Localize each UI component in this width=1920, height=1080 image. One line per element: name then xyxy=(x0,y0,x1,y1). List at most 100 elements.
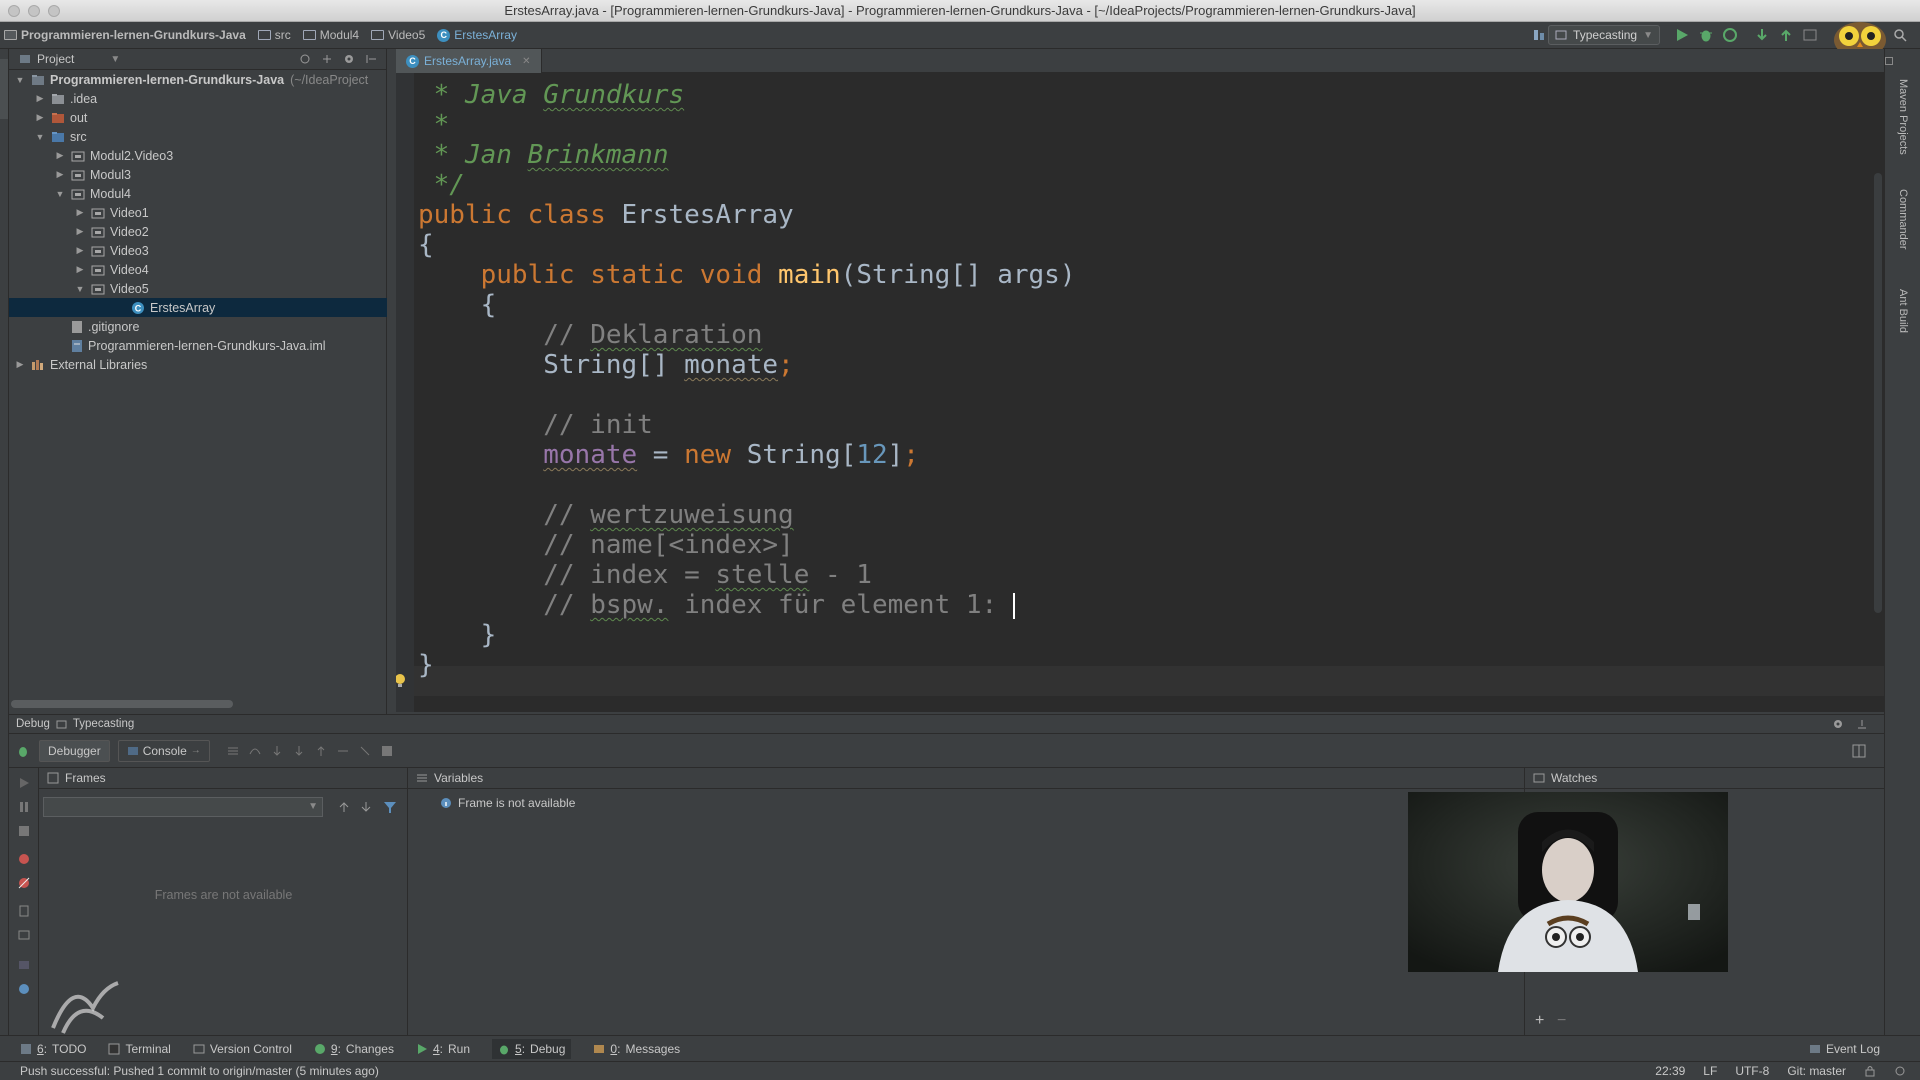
tool-window-changes[interactable]: 9: Changes xyxy=(314,1042,394,1056)
vcs-commit-icon[interactable] xyxy=(1778,27,1794,43)
gear-icon[interactable] xyxy=(1832,718,1844,730)
hector-inspector-icon[interactable] xyxy=(1894,1065,1906,1077)
run-configuration-select[interactable]: Typecasting ▼ xyxy=(1548,25,1660,45)
code-line[interactable]: // name[<index>] xyxy=(418,530,1075,560)
project-tree-item[interactable]: ▶ Video3 xyxy=(9,241,387,260)
collapse-all-icon[interactable] xyxy=(321,53,333,65)
expand-arrow-open-icon[interactable]: ▼ xyxy=(35,132,45,142)
project-tree-item[interactable]: ▼ Programmieren-lernen-Grundkurs-Java (~/I… xyxy=(9,70,387,89)
step-over-icon[interactable] xyxy=(248,744,262,758)
tab-debugger[interactable]: Debugger xyxy=(39,739,110,762)
lock-icon[interactable] xyxy=(1864,1065,1876,1077)
expand-arrow-closed-icon[interactable]: ▶ xyxy=(55,169,65,180)
horizontal-scrollbar[interactable] xyxy=(11,700,233,708)
close-tab-icon[interactable]: ✕ xyxy=(522,56,530,67)
line-separator[interactable]: LF xyxy=(1703,1064,1717,1078)
status-message[interactable]: Push successful: Pushed 1 commit to orig… xyxy=(20,1064,379,1078)
project-tree-item[interactable]: ▼ Modul4 xyxy=(9,184,387,203)
code-line[interactable]: } xyxy=(418,620,1075,650)
expand-arrow-open-icon[interactable]: ▼ xyxy=(55,189,65,199)
view-breakpoints-icon[interactable] xyxy=(17,852,31,866)
thread-select[interactable]: ▼ xyxy=(43,797,323,817)
code-line[interactable]: { xyxy=(418,290,1075,320)
drop-frame-icon[interactable] xyxy=(336,744,350,758)
arrow-up-icon[interactable] xyxy=(337,800,351,814)
project-tree-item[interactable]: ▶ out xyxy=(9,108,387,127)
debug-config-label[interactable]: Typecasting xyxy=(73,718,134,730)
pause-icon[interactable] xyxy=(17,800,31,814)
expand-arrow-closed-icon[interactable]: ▶ xyxy=(75,245,85,256)
remove-watch-icon[interactable]: − xyxy=(1557,1012,1566,1030)
hide-panel-icon[interactable] xyxy=(1856,718,1868,730)
project-tree-item[interactable]: C ErstesArray xyxy=(9,298,387,317)
force-step-into-icon[interactable] xyxy=(292,744,306,758)
code-line[interactable]: // wertzuweisung xyxy=(418,500,1075,530)
caret-position[interactable]: 22:39 xyxy=(1655,1064,1685,1078)
code-content[interactable]: * Java Grundkurs * * Jan Brinkmann */pub… xyxy=(418,80,1075,680)
project-tree-item[interactable]: .gitignore xyxy=(9,317,387,336)
thread-dump-icon[interactable] xyxy=(17,904,31,918)
code-line[interactable] xyxy=(418,470,1075,500)
project-tree-item[interactable]: ▶ External Libraries xyxy=(9,355,387,374)
event-log-button[interactable]: Event Log xyxy=(1809,1042,1880,1056)
expand-arrow-open-icon[interactable]: ▼ xyxy=(75,284,85,294)
run-to-cursor-icon[interactable] xyxy=(358,744,372,758)
project-tool-button[interactable] xyxy=(0,59,8,119)
inspection-status-icon[interactable] xyxy=(1885,57,1893,65)
filter-icon[interactable] xyxy=(383,800,397,814)
vcs-update-icon[interactable] xyxy=(1754,27,1770,43)
tab-erstesarray-java[interactable]: C ErstesArray.java ✕ xyxy=(396,49,542,73)
breadcrumb-src[interactable]: src xyxy=(257,28,291,42)
editor-gutter[interactable] xyxy=(396,73,414,712)
export-threads-icon[interactable] xyxy=(17,958,31,972)
code-line[interactable]: // init xyxy=(418,410,1075,440)
mute-breakpoints-icon[interactable] xyxy=(17,876,31,890)
tool-window-debug[interactable]: 5: Debug xyxy=(492,1038,572,1059)
tool-window-version-control[interactable]: Version Control xyxy=(193,1042,292,1056)
chevron-down-icon[interactable]: ▼ xyxy=(110,54,120,65)
search-icon[interactable] xyxy=(1893,28,1907,42)
gear-icon[interactable] xyxy=(343,53,355,65)
coverage-icon[interactable] xyxy=(1722,27,1738,43)
breadcrumb-project[interactable]: Programmieren-lernen-Grundkurs-Java xyxy=(4,28,246,42)
expand-arrow-closed-icon[interactable]: ▶ xyxy=(35,112,45,123)
code-line[interactable]: * Jan Brinkmann xyxy=(418,140,1075,170)
code-line[interactable] xyxy=(418,380,1075,410)
breadcrumb-modul4[interactable]: Modul4 xyxy=(302,28,359,42)
code-line[interactable]: } xyxy=(418,650,1075,680)
rerun-debug-icon[interactable] xyxy=(15,743,31,759)
arrow-down-icon[interactable] xyxy=(359,800,373,814)
code-line[interactable]: public static void main(String[] args) xyxy=(418,260,1076,290)
expand-arrow-closed-icon[interactable]: ▶ xyxy=(75,207,85,218)
project-panel-title[interactable]: Project xyxy=(37,52,74,66)
code-line[interactable]: public class ErstesArray xyxy=(418,200,1075,230)
run-icon[interactable] xyxy=(1674,27,1690,43)
show-execution-point-icon[interactable] xyxy=(226,744,240,758)
resume-icon[interactable] xyxy=(17,776,31,790)
vcs-compare-icon[interactable] xyxy=(1802,27,1818,43)
stop-icon[interactable] xyxy=(17,824,31,838)
code-line[interactable]: */ xyxy=(418,170,1075,200)
scroll-from-source-icon[interactable] xyxy=(299,53,311,65)
project-tree-item[interactable]: ▶ Modul2.Video3 xyxy=(9,146,387,165)
tool-window-run[interactable]: 4: Run xyxy=(416,1042,470,1056)
expand-arrow-closed-icon[interactable]: ▶ xyxy=(15,359,25,370)
file-encoding[interactable]: UTF-8 xyxy=(1735,1064,1769,1078)
code-line[interactable]: // Deklaration xyxy=(418,320,1075,350)
project-tree-item[interactable]: ▶ Video4 xyxy=(9,260,387,279)
debug-bug-icon[interactable] xyxy=(1698,27,1714,43)
project-tree-item[interactable]: ▶ Video1 xyxy=(9,203,387,222)
maven-projects-tab[interactable]: Maven Projects xyxy=(1897,79,1909,155)
tool-window-todo[interactable]: 6: TODO xyxy=(20,1042,86,1056)
breadcrumb-video5[interactable]: Video5 xyxy=(371,28,425,42)
code-line[interactable]: // index = stelle - 1 xyxy=(418,560,1075,590)
code-line[interactable]: * xyxy=(418,110,1075,140)
ant-build-tab[interactable]: Ant Build xyxy=(1897,289,1909,333)
step-into-icon[interactable] xyxy=(270,744,284,758)
evaluate-expression-icon[interactable] xyxy=(380,744,394,758)
expand-arrow-closed-icon[interactable]: ▶ xyxy=(75,264,85,275)
layout-settings-icon[interactable] xyxy=(1852,744,1866,758)
project-tree-item[interactable]: ▶ .idea xyxy=(9,89,387,108)
project-tree-item[interactable]: ▼ src xyxy=(9,127,387,146)
tab-console[interactable]: Console → xyxy=(117,739,210,762)
